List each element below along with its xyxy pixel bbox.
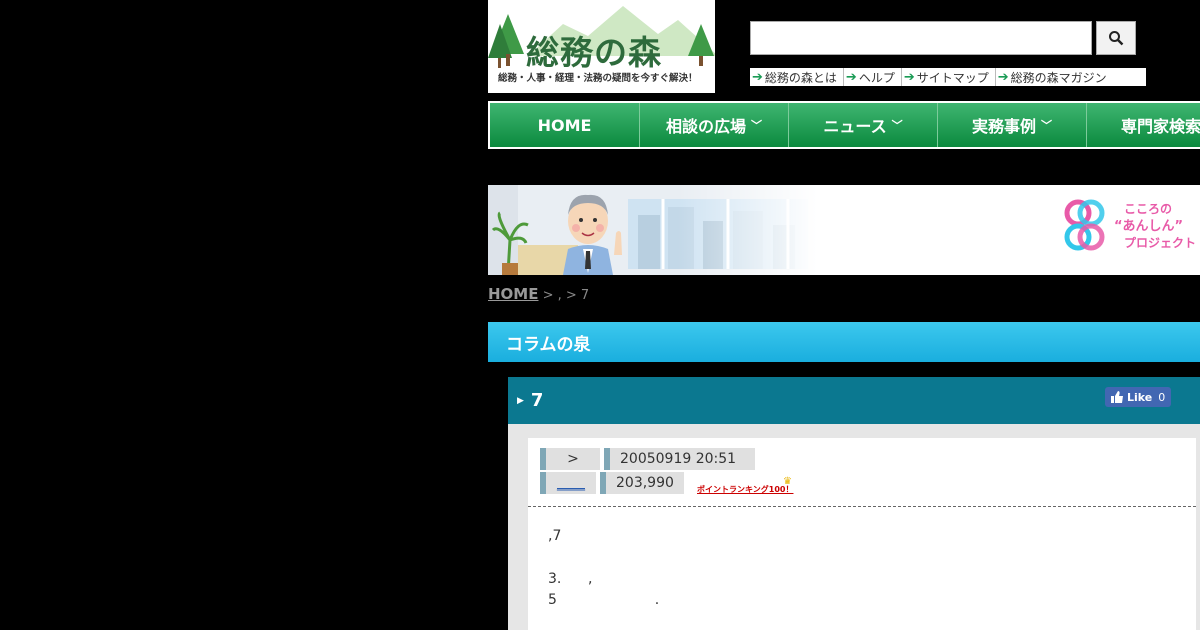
post-author[interactable]: ____ [540, 472, 596, 494]
arrow-right-icon: ➔ [997, 69, 1009, 85]
banner-text-3: プロジェクト [1124, 235, 1196, 250]
post-datetime-value: 20050919 20:51 [620, 451, 737, 467]
section-header: コラムの泉 [488, 322, 1200, 362]
crown-icon: ♛ [783, 476, 792, 487]
arrow-right-icon: ➔ [903, 69, 915, 85]
sublink-label: 総務の森マガジン [1010, 70, 1107, 85]
facebook-like-count: 0 [1158, 390, 1166, 404]
banner-text-2: “あんしん” [1114, 219, 1183, 234]
breadcrumb-rest: > , > 7 [538, 288, 590, 303]
breadcrumb: HOME > , > 7 [488, 285, 589, 303]
search-button[interactable] [1096, 21, 1136, 55]
thumbs-up-icon [1111, 391, 1123, 403]
sublink-sitemap[interactable]: ➔ サイトマップ [902, 68, 996, 86]
nav-label: ニュース [823, 117, 887, 136]
nav-label: 専門家検索 [1120, 117, 1200, 136]
nav-label: HOME [537, 115, 592, 135]
nav-label: 実務事例 [971, 117, 1036, 136]
facebook-like-button[interactable]: Like 0 [1105, 387, 1171, 407]
tree-icon [688, 24, 714, 66]
logo-tagline: 総務・人事・経理・法務の疑問を今すぐ解決！ [498, 73, 698, 84]
sublink-help[interactable]: ➔ ヘルプ [844, 68, 902, 86]
sublink-magazine[interactable]: ➔ 総務の森マガジン [996, 68, 1113, 86]
nav-expert-search[interactable]: 専門家検索 [1087, 103, 1200, 147]
post-views-count: 203,990 [616, 475, 674, 491]
banner-text-1: こころの [1124, 202, 1172, 216]
post-text-line: 5 . [548, 592, 660, 608]
logo-title: 総務の森 [526, 33, 662, 72]
site-logo[interactable]: 総務の森 総務・人事・経理・法務の疑問を今すぐ解決！ [488, 0, 715, 93]
post-datetime: 20050919 20:51 [604, 448, 755, 470]
nav-home[interactable]: HOME [490, 103, 640, 147]
post-divider [528, 506, 1196, 507]
triangle-right-icon: ▶ [517, 395, 524, 406]
breadcrumb-home-link[interactable]: HOME [488, 285, 538, 303]
post-category-label: > [567, 451, 579, 467]
header-sublinks: ➔ 総務の森とは ➔ ヘルプ ➔ サイトマップ ➔ 総務の森マガジン [750, 68, 1146, 86]
post-category[interactable]: > [540, 448, 600, 470]
sublink-label: 総務の森とは [764, 70, 837, 85]
search-icon [1109, 31, 1124, 46]
post-title: 7 [530, 390, 544, 411]
section-title: コラムの泉 [506, 334, 591, 355]
post-text-line: 3. , [548, 571, 593, 587]
post-text-line: ,7 [548, 528, 562, 544]
sublink-label: サイトマップ [916, 70, 989, 85]
sublink-about[interactable]: ➔ 総務の森とは [750, 68, 844, 86]
chevron-down-icon: ﹀ [891, 119, 903, 132]
nav-label: 相談の広場 [665, 117, 746, 136]
arrow-right-icon: ➔ [845, 69, 857, 85]
tree-icon [488, 14, 524, 68]
page: 総務の森 総務・人事・経理・法務の疑問を今すぐ解決！ ➔ 総務の森とは ➔ ヘルプ … [488, 0, 1200, 630]
arrow-right-icon: ➔ [752, 69, 763, 85]
chevron-down-icon: ﹀ [1041, 119, 1052, 132]
point-ranking-link[interactable]: ポイントランキング100！ [697, 484, 793, 495]
search-input[interactable] [750, 21, 1092, 55]
post-card: > 20050919 20:51 ____ 203,990 ポイントランキング1… [528, 438, 1196, 630]
promo-banner[interactable]: こころの “あんしん” プロジェクト [488, 185, 1200, 275]
main-nav: HOME 相談の広場 ﹀ ニュース ﹀ 実務事例 ﹀ 専門家検索 [488, 101, 1200, 149]
sublink-label: ヘルプ [858, 70, 895, 85]
nav-news[interactable]: ニュース ﹀ [789, 103, 938, 147]
banner-illustration: こころの “あんしん” プロジェクト [488, 185, 1196, 275]
post-views: 203,990 [600, 472, 684, 494]
post-author-link[interactable]: ____ [557, 475, 585, 491]
nav-cases[interactable]: 実務事例 ﹀ [938, 103, 1087, 147]
chevron-down-icon: ﹀ [751, 119, 762, 132]
nav-consultation[interactable]: 相談の広場 ﹀ [640, 103, 789, 147]
post-header: ▶ 7 Like 0 [508, 377, 1200, 424]
post-body: > 20050919 20:51 ____ 203,990 ポイントランキング1… [508, 424, 1200, 630]
facebook-like-label: Like [1127, 390, 1153, 404]
